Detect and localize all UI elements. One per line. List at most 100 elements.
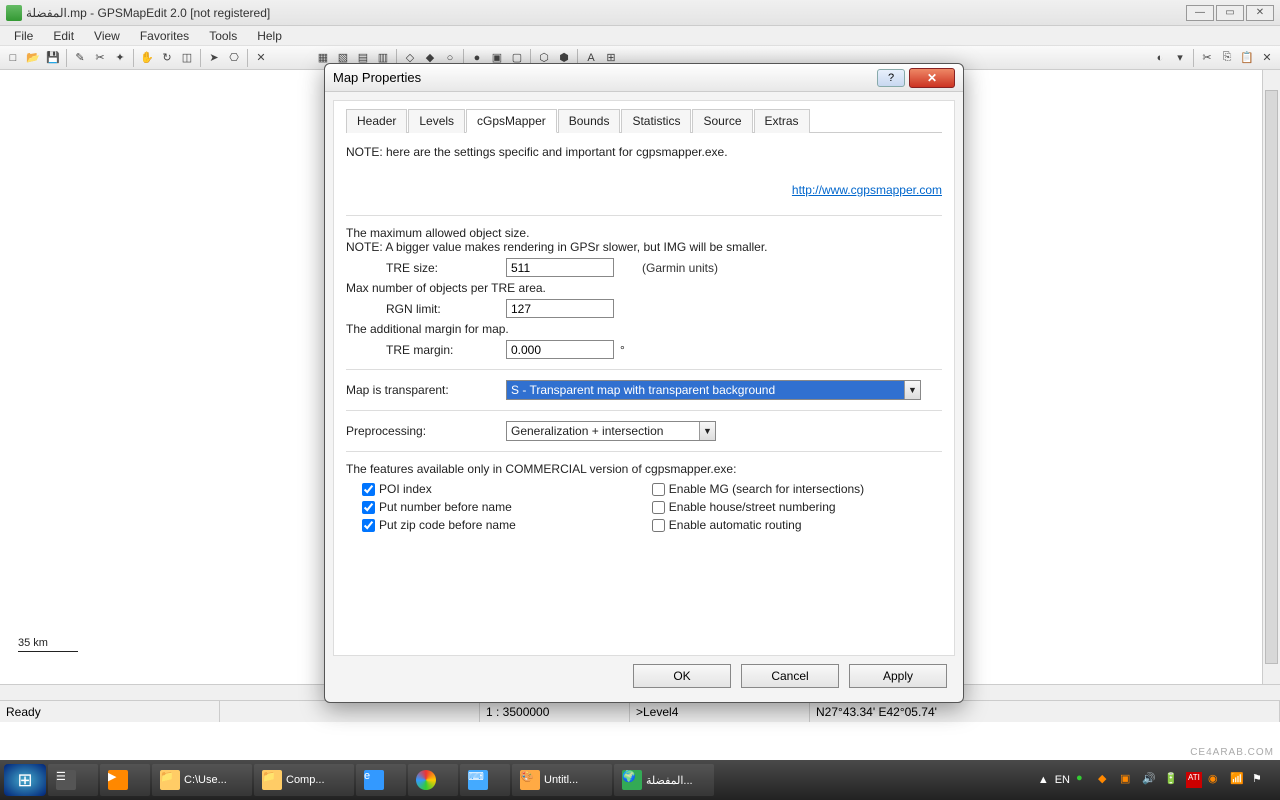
tool-icon[interactable]: ✋ — [138, 49, 156, 67]
status-coords: N27°43.34' E42°05.74' — [810, 701, 1280, 722]
menu-help[interactable]: Help — [247, 27, 292, 45]
delete-icon[interactable]: ✕ — [1258, 49, 1276, 67]
cgpsmapper-link[interactable]: http://www.cgpsmapper.com — [792, 183, 942, 197]
status-ready: Ready — [0, 701, 220, 722]
transparent-select[interactable]: S - Transparent map with transparent bac… — [506, 380, 921, 400]
task-item-paint[interactable]: 🎨Untitl... — [512, 764, 612, 796]
ok-button[interactable]: OK — [633, 664, 731, 688]
commercial-label: The features available only in COMMERCIA… — [346, 462, 942, 476]
check-enable-mg[interactable]: Enable MG (search for intersections) — [636, 482, 864, 496]
tre-size-label: TRE size: — [346, 261, 506, 275]
status-scale: 1 : 3500000 — [480, 701, 630, 722]
dialog-titlebar[interactable]: Map Properties ? ✕ — [325, 64, 963, 92]
flag-icon[interactable]: ⚑ — [1252, 772, 1268, 788]
transparent-label: Map is transparent: — [346, 383, 506, 397]
check-enable-house[interactable]: Enable house/street numbering — [636, 500, 864, 514]
menu-edit[interactable]: Edit — [43, 27, 84, 45]
menu-view[interactable]: View — [84, 27, 130, 45]
preprocessing-select[interactable]: Generalization + intersection ▼ — [506, 421, 716, 441]
tray-icon[interactable]: ◉ — [1208, 772, 1224, 788]
tool-icon[interactable]: ↻ — [158, 49, 176, 67]
language-indicator[interactable]: EN — [1055, 774, 1070, 786]
tab-extras[interactable]: Extras — [754, 109, 810, 133]
app-icon — [6, 5, 22, 21]
tool-icon[interactable]: ✎ — [71, 49, 89, 67]
apply-button[interactable]: Apply — [849, 664, 947, 688]
tre-size-input[interactable] — [506, 258, 614, 277]
tray-icon[interactable]: ATI — [1186, 772, 1202, 788]
task-item-chrome[interactable] — [408, 764, 458, 796]
map-properties-dialog: Map Properties ? ✕ Header Levels cGpsMap… — [324, 63, 964, 703]
new-icon[interactable]: □ — [4, 49, 22, 67]
note-text: NOTE: here are the settings specific and… — [346, 145, 942, 159]
tre-margin-label: TRE margin: — [346, 343, 506, 357]
tray-icon[interactable]: ◆ — [1098, 772, 1114, 788]
save-icon[interactable]: 💾 — [44, 49, 62, 67]
tre-margin-input[interactable] — [506, 340, 614, 359]
tab-cgpsmapper[interactable]: cGpsMapper — [466, 109, 557, 133]
tool-icon[interactable]: ✦ — [111, 49, 129, 67]
maximize-button[interactable]: ▭ — [1216, 5, 1244, 21]
menu-tools[interactable]: Tools — [199, 27, 247, 45]
menu-favorites[interactable]: Favorites — [130, 27, 199, 45]
scale-indicator: 35 km — [18, 637, 78, 652]
minimize-button[interactable]: — — [1186, 5, 1214, 21]
menu-bar: File Edit View Favorites Tools Help — [0, 26, 1280, 46]
tab-levels[interactable]: Levels — [408, 109, 465, 133]
vertical-scrollbar[interactable] — [1262, 70, 1280, 684]
tool-icon[interactable]: ◫ — [178, 49, 196, 67]
dialog-title-text: Map Properties — [333, 70, 421, 85]
task-item[interactable]: ▶ — [100, 764, 150, 796]
tray-icon[interactable]: ● — [1076, 772, 1092, 788]
tab-source[interactable]: Source — [692, 109, 752, 133]
task-item-explorer[interactable]: 📁C:\Use... — [152, 764, 252, 796]
status-cell — [220, 701, 480, 722]
paste-icon[interactable]: 📋 — [1238, 49, 1256, 67]
dialog-close-button[interactable]: ✕ — [909, 68, 955, 88]
open-icon[interactable]: 📂 — [24, 49, 42, 67]
task-item-ie[interactable]: e — [356, 764, 406, 796]
tray-icon[interactable]: ▣ — [1120, 772, 1136, 788]
watermark: CE4ARAB.COM — [1190, 747, 1274, 758]
system-tray: ▲ EN ● ◆ ▣ 🔊 🔋 ATI ◉ 📶 ⚑ — [1038, 772, 1276, 788]
obj-size-note: NOTE: A bigger value makes rendering in … — [346, 240, 942, 254]
battery-icon[interactable]: 🔋 — [1164, 772, 1180, 788]
tool-icon[interactable]: ✂ — [91, 49, 109, 67]
status-bar: Ready 1 : 3500000 >Level4 N27°43.34' E42… — [0, 700, 1280, 722]
window-titlebar: المفضلة.mp - GPSMapEdit 2.0 [not registe… — [0, 0, 1280, 26]
cut-icon[interactable]: ✂ — [1198, 49, 1216, 67]
tab-header[interactable]: Header — [346, 109, 407, 133]
max-obj-label: Max number of objects per TRE area. — [346, 281, 942, 295]
tool-icon[interactable]: ⎔ — [225, 49, 243, 67]
check-zip-before-name[interactable]: Put zip code before name — [346, 518, 516, 532]
tray-show-hidden-icon[interactable]: ▲ — [1038, 774, 1049, 786]
obj-size-label: The maximum allowed object size. — [346, 226, 942, 240]
menu-file[interactable]: File — [4, 27, 43, 45]
close-button[interactable]: ✕ — [1246, 5, 1274, 21]
check-poi-index[interactable]: POI index — [346, 482, 516, 496]
pointer-icon[interactable]: ➤ — [205, 49, 223, 67]
task-item[interactable]: ⌨ — [460, 764, 510, 796]
copy-icon[interactable]: ⎘ — [1218, 49, 1236, 67]
task-item[interactable]: ☰ — [48, 764, 98, 796]
rgn-limit-input[interactable] — [506, 299, 614, 318]
check-enable-routing[interactable]: Enable automatic routing — [636, 518, 864, 532]
chevron-down-icon[interactable]: ▼ — [904, 381, 920, 399]
tool-icon[interactable]: ✕ — [252, 49, 270, 67]
tab-statistics[interactable]: Statistics — [621, 109, 691, 133]
tab-bounds[interactable]: Bounds — [558, 109, 621, 133]
chevron-down-icon[interactable]: ▼ — [699, 422, 715, 440]
cancel-button[interactable]: Cancel — [741, 664, 839, 688]
tool-icon[interactable]: ◐ — [1151, 49, 1169, 67]
check-number-before-name[interactable]: Put number before name — [346, 500, 516, 514]
help-button[interactable]: ? — [877, 69, 905, 87]
network-icon[interactable]: 📶 — [1230, 772, 1246, 788]
dropdown-icon[interactable]: ▾ — [1171, 49, 1189, 67]
task-item-explorer[interactable]: 📁Comp... — [254, 764, 354, 796]
taskbar: ⊞ ☰ ▶ 📁C:\Use... 📁Comp... e ⌨ 🎨Untitl...… — [0, 760, 1280, 800]
task-item-gpsmapedit[interactable]: 🌍المفضلة... — [614, 764, 714, 796]
tre-margin-unit: ° — [620, 343, 625, 357]
start-button[interactable]: ⊞ — [4, 764, 46, 796]
volume-icon[interactable]: 🔊 — [1142, 772, 1158, 788]
preprocessing-label: Preprocessing: — [346, 424, 506, 438]
